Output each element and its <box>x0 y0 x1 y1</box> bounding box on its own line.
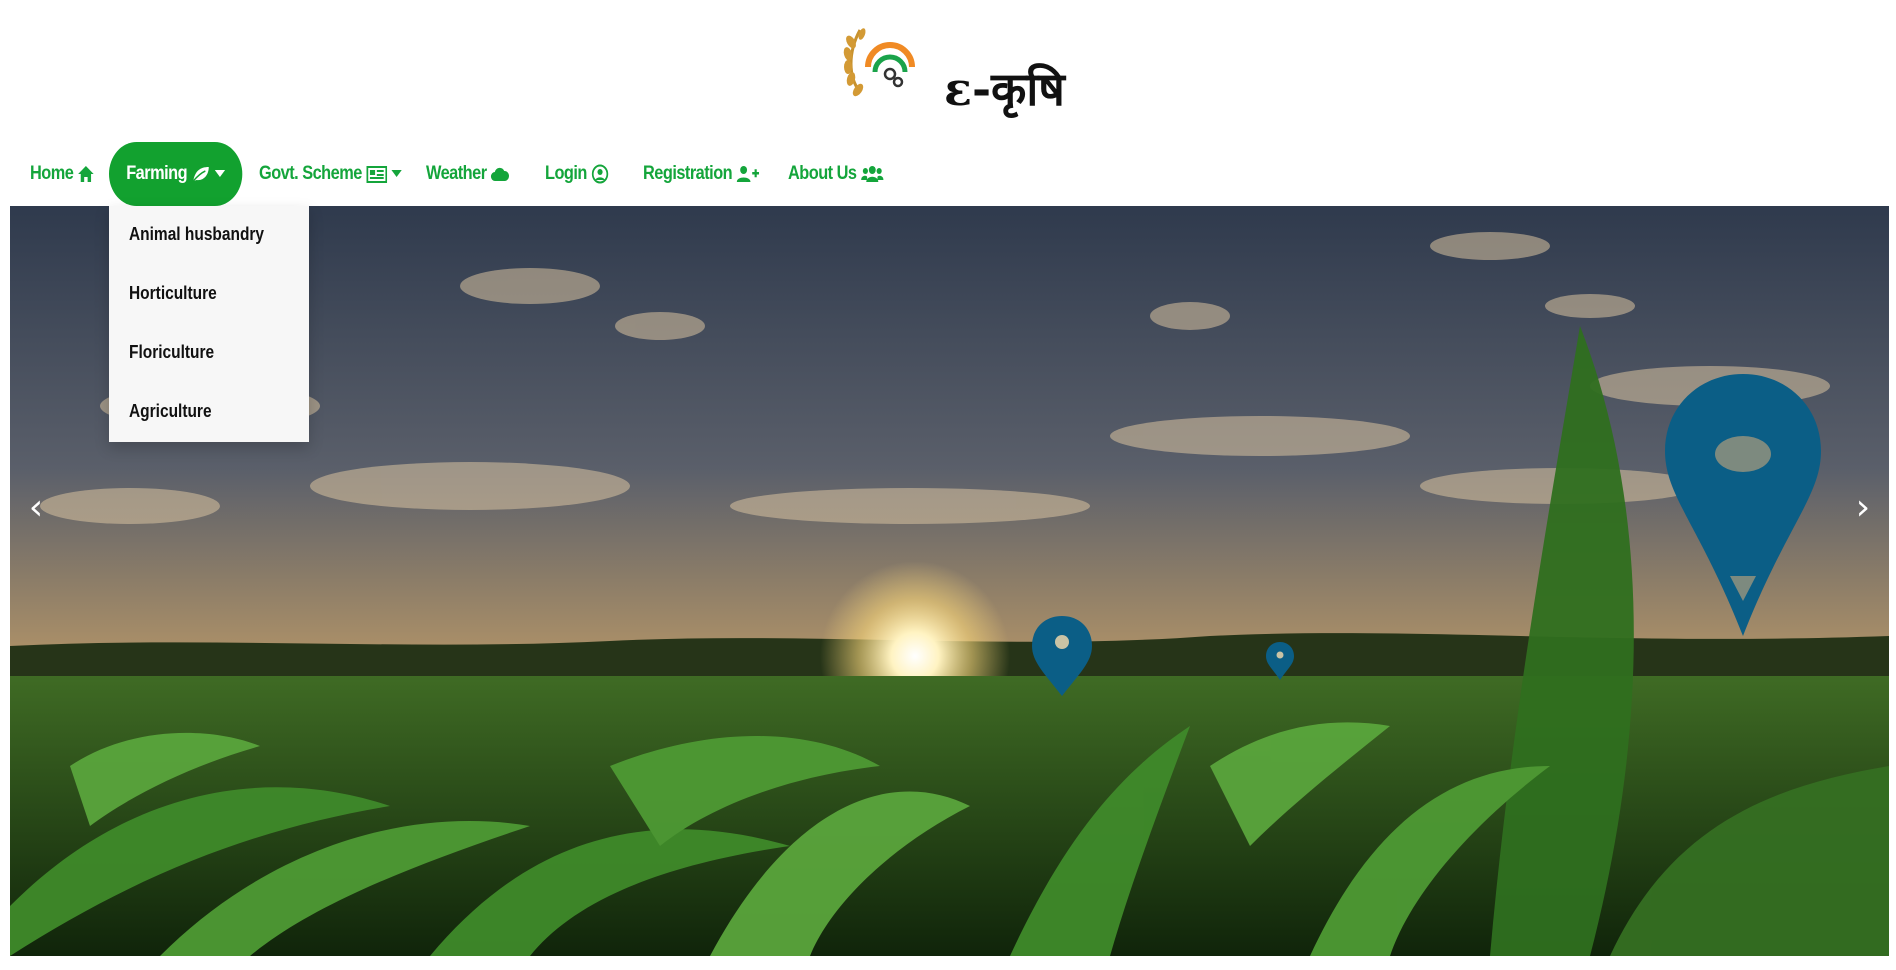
nav-label: Login <box>545 163 587 184</box>
leaf-icon <box>192 167 209 182</box>
nav-registration[interactable]: Registration <box>643 142 759 206</box>
user-plus-icon <box>736 166 759 182</box>
nav-label: Farming <box>126 163 188 184</box>
nav-label: Govt. Scheme <box>259 163 362 184</box>
dropdown-item-floriculture[interactable]: Floriculture <box>129 337 214 367</box>
nav-govt-scheme[interactable]: Govt. Scheme <box>259 142 402 206</box>
cloud-icon <box>491 167 510 181</box>
site-header: ε-कृषि <box>0 0 1896 140</box>
chevron-down-icon <box>391 170 402 177</box>
nav-home[interactable]: Home <box>30 142 95 206</box>
logo[interactable] <box>838 22 918 102</box>
chevron-down-icon <box>214 170 225 177</box>
nav-weather[interactable]: Weather <box>426 142 510 206</box>
carousel-next-button[interactable]: › <box>1848 482 1878 532</box>
nav-label: Weather <box>426 163 487 184</box>
users-icon <box>860 166 884 182</box>
nav-farming[interactable]: Farming <box>109 142 243 206</box>
carousel-prev-button[interactable]: ‹ <box>21 482 51 532</box>
farming-dropdown-menu: Animal husbandry Horticulture Floricultu… <box>109 206 309 442</box>
nav-login[interactable]: Login <box>545 142 608 206</box>
dropdown-item-agriculture[interactable]: Agriculture <box>129 396 212 426</box>
newspaper-icon <box>366 165 387 183</box>
dropdown-item-animal-husbandry[interactable]: Animal husbandry <box>129 219 264 249</box>
user-circle-icon <box>591 164 608 184</box>
dropdown-item-horticulture[interactable]: Horticulture <box>129 278 217 308</box>
nav-about-us[interactable]: About Us <box>788 142 884 206</box>
nav-label: Home <box>30 163 74 184</box>
home-icon <box>78 166 94 182</box>
nav-label: About Us <box>788 163 857 184</box>
site-title: ε-कृषि <box>944 62 1065 116</box>
nav-label: Registration <box>643 163 733 184</box>
